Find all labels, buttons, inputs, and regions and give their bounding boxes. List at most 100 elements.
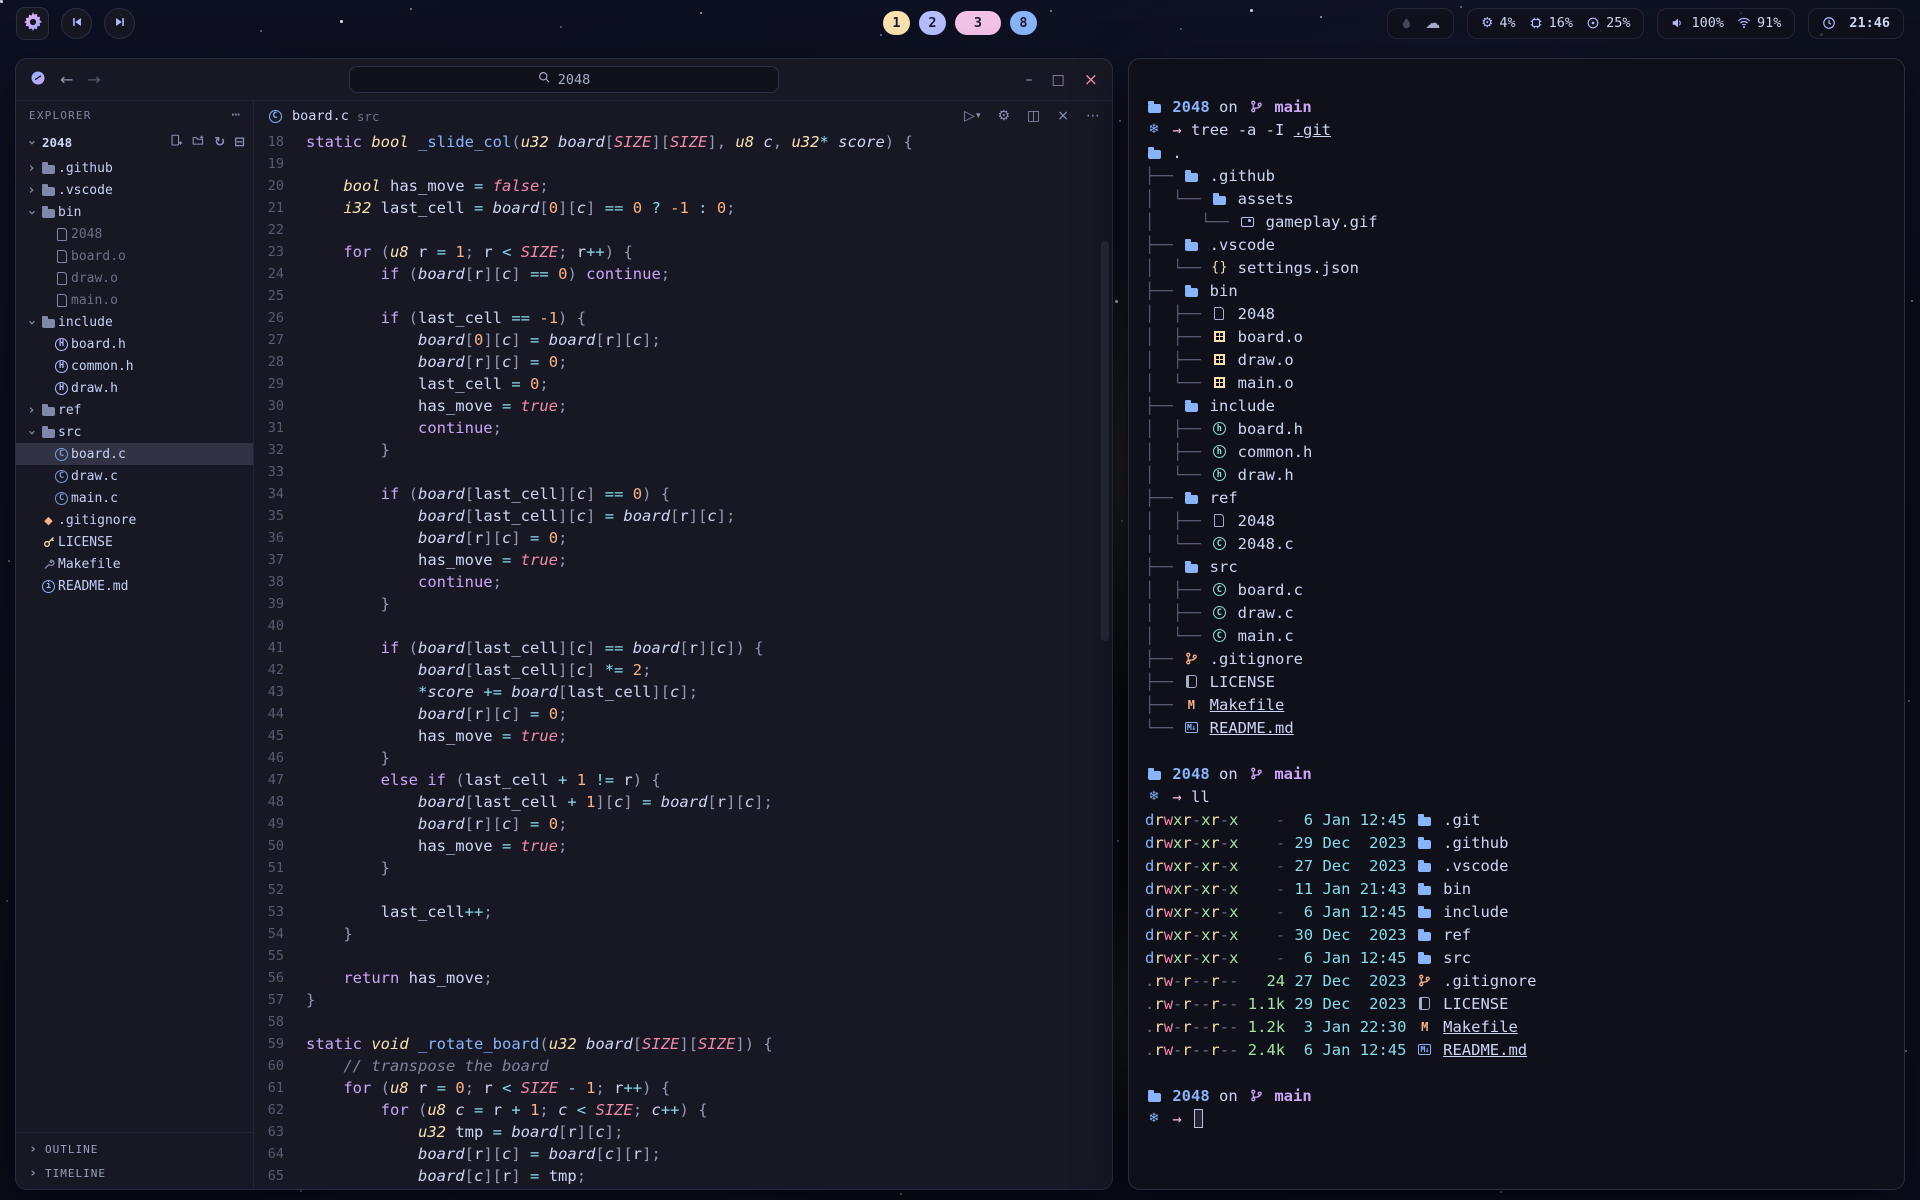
chevron-right-icon[interactable]: ›	[24, 161, 39, 176]
terminal-line: .rw-r--r-- 2.4k 6 Jan 12:45 M↓ README.md	[1145, 1038, 1884, 1061]
media-next-button[interactable]	[104, 8, 135, 39]
timeline-panel[interactable]: › TIMELINE	[16, 1161, 253, 1185]
tree-item-draw.c[interactable]: Cdraw.c	[16, 465, 253, 487]
tree-item-Makefile[interactable]: Makefile	[16, 553, 253, 575]
tree-item-.gitignore[interactable]: ◆.gitignore	[16, 509, 253, 531]
close-editor-icon[interactable]: ×	[1057, 108, 1069, 124]
volume-stat[interactable]: 100%	[1671, 15, 1724, 31]
nav-back-icon[interactable]: ←	[60, 70, 73, 89]
refresh-icon[interactable]: ↻	[214, 135, 225, 150]
more-actions-icon[interactable]: ⋯	[1086, 108, 1100, 124]
tree-item-bin[interactable]: ›bin	[16, 201, 253, 223]
split-editor-icon[interactable]: ◫	[1027, 108, 1040, 124]
code-line: 40	[254, 615, 1112, 637]
book-icon	[1182, 675, 1200, 688]
distro-gear-icon	[23, 12, 43, 35]
code-line: 46 }	[254, 747, 1112, 769]
editor-titlebar[interactable]: ← → 2048 – □ ×	[16, 59, 1112, 101]
settings-gear-icon[interactable]: ⚙	[997, 108, 1010, 124]
ch-icon: h	[1210, 422, 1228, 435]
code-line: 33	[254, 461, 1112, 483]
media-prev-button[interactable]	[61, 8, 92, 39]
scrollbar[interactable]	[1101, 241, 1109, 641]
code-line: 38 continue;	[254, 571, 1112, 593]
clock-value: 21:46	[1849, 15, 1890, 31]
system-stats-widget: ⚙ 4% 16% 25%	[1467, 8, 1644, 39]
editor-actions: ▷▾ ⚙ ◫ × ⋯	[964, 108, 1100, 124]
ram-value: 16%	[1549, 15, 1573, 31]
tree-item-LICENSE[interactable]: LICENSE	[16, 531, 253, 553]
clock-widget[interactable]: 21:46	[1808, 8, 1904, 39]
collapse-folders-icon[interactable]: ⊟	[234, 135, 245, 150]
code-line: 34 if (board[last_cell][c] == 0) {	[254, 483, 1112, 505]
launcher-button[interactable]	[16, 7, 49, 40]
weather-widget[interactable]: ☁	[1387, 8, 1454, 39]
workspace-3[interactable]: 3	[955, 11, 1001, 35]
tree-item-2048[interactable]: 2048	[16, 223, 253, 245]
tree-item-src[interactable]: ›src	[16, 421, 253, 443]
tree-item-board.o[interactable]: board.o	[16, 245, 253, 267]
speaker-icon	[1671, 16, 1685, 30]
tree-item-board.c[interactable]: Cboard.c	[16, 443, 253, 465]
chevron-down-icon[interactable]: ›	[24, 315, 39, 330]
doc-icon	[52, 250, 71, 263]
code-line: 58	[254, 1011, 1112, 1033]
topbar-right: ☁ ⚙ 4% 16% 25%	[1387, 8, 1904, 39]
info-icon: i	[39, 580, 58, 593]
run-file-button[interactable]: ▷▾	[964, 108, 980, 124]
terminal-line: drwxr-xr-x - 27 Dec 2023 .vscode	[1145, 854, 1884, 877]
chevron-right-icon[interactable]: ›	[24, 183, 39, 198]
doc-icon	[52, 272, 71, 285]
close-button[interactable]: ×	[1084, 70, 1098, 90]
chevron-down-icon[interactable]: ›	[24, 425, 39, 440]
folder-icon	[1145, 101, 1163, 113]
terminal-line: │ ├── h board.h	[1145, 417, 1884, 440]
nav-forward-icon[interactable]: →	[87, 70, 100, 89]
tree-item-common.h[interactable]: Hcommon.h	[16, 355, 253, 377]
terminal-window[interactable]: 2048 on main❄ → tree -a -I .git .├── .gi…	[1128, 58, 1905, 1190]
folder-icon	[1182, 492, 1200, 504]
wifi-icon	[1737, 16, 1751, 30]
code-line: 43 *score += board[last_cell][c];	[254, 681, 1112, 703]
terminal-line: │ └── h draw.h	[1145, 463, 1884, 486]
search-input[interactable]: 2048	[349, 66, 779, 93]
tree-item-main.o[interactable]: main.o	[16, 289, 253, 311]
new-file-icon[interactable]	[170, 134, 183, 150]
terminal-line: │ ├── C draw.c	[1145, 601, 1884, 624]
terminal-output: 2048 on main❄ → tree -a -I .git .├── .gi…	[1145, 95, 1884, 1130]
tree-item-README.md[interactable]: iREADME.md	[16, 575, 253, 597]
chevron-right-icon[interactable]: ›	[24, 403, 39, 418]
tree-item-draw.h[interactable]: Hdraw.h	[16, 377, 253, 399]
tree-item-.vscode[interactable]: ›.vscode	[16, 179, 253, 201]
tree-item-include[interactable]: ›include	[16, 311, 253, 333]
explorer-more-icon[interactable]: ⋯	[232, 107, 240, 123]
tree-item-main.c[interactable]: Cmain.c	[16, 487, 253, 509]
tree-item-.github[interactable]: ›.github	[16, 157, 253, 179]
weather-cloud-icon: ☁	[1425, 14, 1440, 32]
doc-icon	[52, 228, 71, 241]
workspace-1[interactable]: 1	[883, 11, 910, 35]
code-line: 49 board[r][c] = 0;	[254, 813, 1112, 835]
workspace-8[interactable]: 8	[1010, 11, 1037, 35]
terminal-line: 2048 on main	[1145, 1084, 1884, 1107]
tree-item-board.h[interactable]: Hboard.h	[16, 333, 253, 355]
wifi-stat[interactable]: 91%	[1737, 15, 1781, 31]
terminal-line: ❄ → ll	[1145, 785, 1884, 808]
new-folder-icon[interactable]	[192, 134, 205, 150]
code-line: 25	[254, 285, 1112, 307]
folder-icon	[1416, 837, 1434, 849]
hh-icon: H	[52, 382, 71, 395]
terminal-line: ├── .gitignore	[1145, 647, 1884, 670]
minimize-button[interactable]: –	[1026, 72, 1033, 88]
code-area[interactable]: 18static bool _slide_col(u32 board[SIZE]…	[254, 131, 1112, 1189]
terminal-line: │ ├── h common.h	[1145, 440, 1884, 463]
maximize-button[interactable]: □	[1052, 72, 1065, 88]
chevron-down-icon[interactable]: ›	[24, 205, 39, 220]
tree-item-draw.o[interactable]: draw.o	[16, 267, 253, 289]
tab-board-c[interactable]: C board.c src	[266, 108, 379, 124]
code-line: 59static void _rotate_board(u32 board[SI…	[254, 1033, 1112, 1055]
tree-item-ref[interactable]: ›ref	[16, 399, 253, 421]
outline-panel[interactable]: › OUTLINE	[16, 1137, 253, 1161]
workspace-2[interactable]: 2	[919, 11, 946, 35]
project-root-item[interactable]: › 2048 ↻ ⊟	[16, 129, 253, 155]
